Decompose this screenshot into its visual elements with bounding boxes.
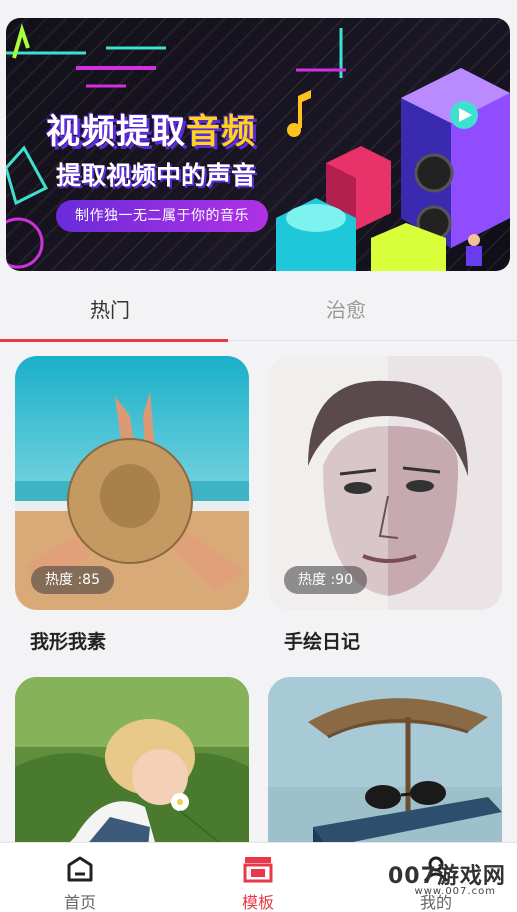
banner-title-highlight: 音频	[186, 112, 256, 152]
home-icon	[67, 856, 93, 882]
promo-banner[interactable]: 视频提取音频 提取视频中的声音 制作独一无二属于你的音乐	[6, 18, 510, 271]
nav-template[interactable]: 模板	[198, 843, 318, 912]
tab-heal[interactable]: 治愈	[296, 292, 396, 328]
nav-label: 首页	[63, 893, 96, 912]
nav-label: 模板	[241, 893, 274, 912]
template-icon	[243, 857, 273, 883]
heat-badge: 热度 :85	[31, 566, 114, 594]
site-watermark: 007游戏网 www.007.com	[388, 858, 506, 897]
template-card-1[interactable]: 热度 :85	[15, 356, 249, 610]
category-tabs: 热门 治愈	[0, 278, 517, 342]
template-title-1: 我形我素	[30, 631, 107, 653]
template-card-2[interactable]: 热度 :90	[268, 356, 502, 610]
template-title-2: 手绘日记	[284, 631, 361, 653]
banner-title-main: 视频提取	[46, 112, 186, 152]
banner-pill: 制作独一无二属于你的音乐	[56, 200, 268, 232]
nav-home[interactable]: 首页	[20, 843, 140, 912]
banner-title: 视频提取音频	[46, 104, 256, 153]
heat-badge: 热度 :90	[284, 566, 367, 594]
tab-divider	[228, 340, 517, 341]
tab-active-indicator	[0, 339, 228, 342]
tab-hot[interactable]: 热门	[60, 292, 160, 328]
banner-subtitle: 提取视频中的声音	[56, 161, 257, 190]
